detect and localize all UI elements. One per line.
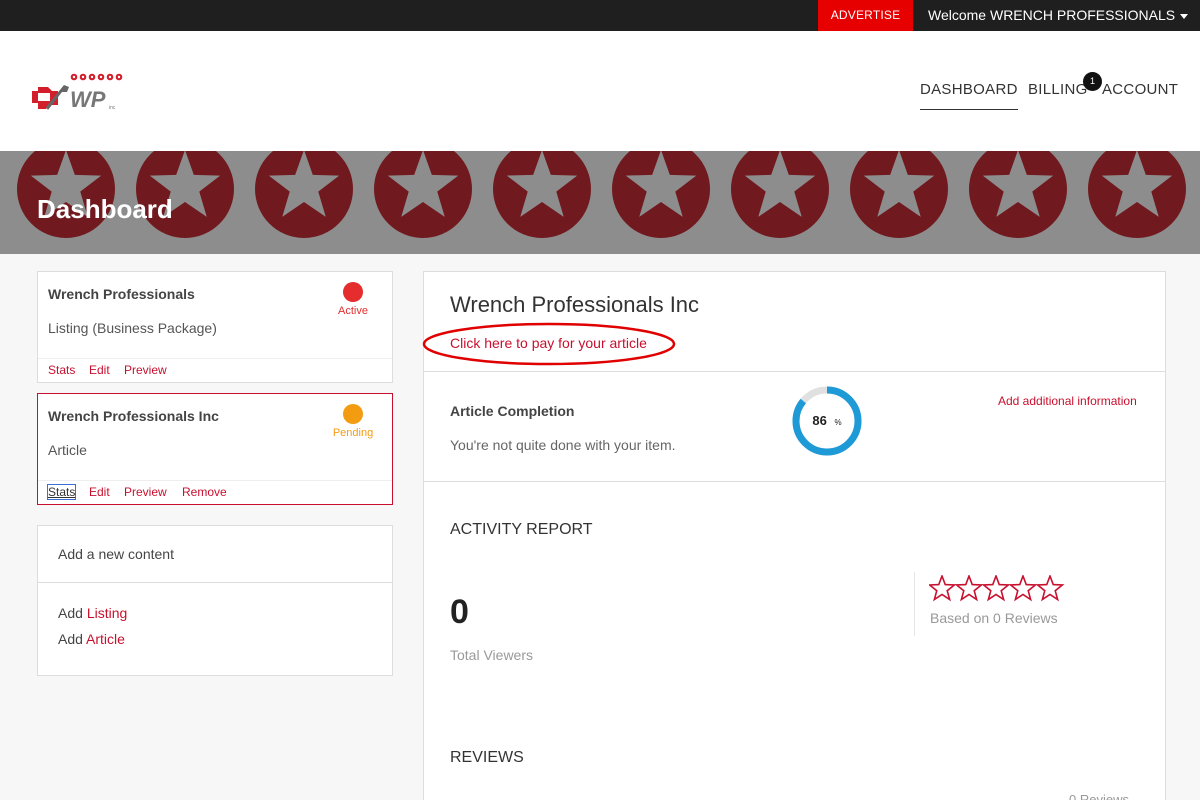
add-listing-row: Add Listing [58, 605, 127, 621]
listing-card: Wrench Professionals Listing (Business P… [37, 271, 393, 383]
rating-star-icon [981, 575, 1011, 602]
article-card: Wrench Professionals Inc Article Pending… [37, 393, 393, 505]
nav-billing[interactable]: BILLING [1028, 81, 1088, 98]
add-info-link[interactable]: Add additional information [998, 394, 1137, 408]
listing-title: Wrench Professionals [48, 286, 195, 302]
main-title: Wrench Professionals Inc [450, 292, 700, 317]
add-listing-link[interactable]: Listing [87, 605, 127, 621]
completion-subtext: You're not quite done with your item. [450, 437, 676, 453]
main-panel: Wrench Professionals Inc Click here to p… [422, 271, 1166, 800]
divider [914, 572, 915, 636]
add-prefix: Add [58, 631, 83, 647]
divider [424, 371, 1165, 372]
percent-value: 86 [812, 413, 827, 428]
advertise-button[interactable]: ADVERTISE [818, 0, 913, 31]
completion-percent: 86 % [790, 413, 864, 428]
divider [38, 358, 392, 359]
caret-down-icon [1180, 13, 1189, 19]
total-viewers-value: 0 [450, 593, 469, 631]
stats-link[interactable]: Stats [48, 363, 75, 377]
rating-star-icon [1008, 575, 1038, 602]
nav-account[interactable]: ACCOUNT [1102, 81, 1178, 98]
status-pending-icon [343, 404, 363, 424]
stats-link[interactable]: Stats [46, 484, 77, 500]
welcome-label: Welcome WRENCH PROFESSIONALS [928, 7, 1176, 23]
status-active-icon [343, 282, 363, 302]
wp-logo[interactable]: WP inc [30, 71, 125, 115]
page-title: Dashboard [37, 194, 173, 224]
article-title: Wrench Professionals Inc [48, 408, 219, 424]
divider [424, 481, 1165, 482]
status-badge: Pending [332, 427, 374, 439]
user-menu[interactable]: Welcome WRENCH PROFESSIONALS [928, 0, 1189, 31]
dashboard-banner [0, 151, 1200, 254]
article-type: Article [48, 442, 87, 458]
add-article-row: Add Article [58, 631, 125, 647]
reviews-header: REVIEWS [450, 749, 524, 766]
total-viewers-label: Total Viewers [450, 647, 534, 663]
billing-badge: 1 [1083, 72, 1102, 91]
preview-link[interactable]: Preview [124, 485, 167, 499]
activity-header: ACTIVITY REPORT [450, 521, 593, 538]
banner-star-pattern [0, 151, 1200, 254]
svg-text:WP: WP [70, 87, 106, 112]
rating-stars [929, 575, 1065, 602]
top-bar: ADVERTISE Welcome WRENCH PROFESSIONALS [0, 0, 1200, 31]
pay-article-link[interactable]: Click here to pay for your article [450, 335, 647, 351]
listing-type: Listing (Business Package) [48, 320, 217, 336]
edit-link[interactable]: Edit [89, 363, 110, 377]
reviews-summary: Based on 0 Reviews [930, 610, 1058, 626]
rating-star-icon [929, 575, 957, 602]
status-badge: Active [338, 305, 368, 317]
svg-text:inc: inc [109, 105, 116, 111]
add-content-card: Add a new content Add Listing Add Articl… [37, 525, 393, 676]
percent-sign: % [834, 418, 842, 427]
nav-dashboard[interactable]: DASHBOARD [920, 81, 1018, 110]
add-content-header: Add a new content [58, 546, 174, 562]
header: WP inc DASHBOARD BILLING 1 ACCOUNT [0, 31, 1200, 151]
reviews-count: 0 Reviews [1069, 792, 1129, 800]
add-article-link[interactable]: Article [86, 631, 125, 647]
preview-link[interactable]: Preview [124, 363, 167, 377]
remove-link[interactable]: Remove [182, 485, 227, 499]
divider [38, 480, 392, 481]
completion-label: Article Completion [450, 403, 575, 419]
banner-overlay [0, 151, 1200, 254]
add-prefix: Add [58, 605, 83, 621]
rating-star-icon [1035, 575, 1065, 602]
divider [38, 582, 392, 583]
rating-star-icon [954, 575, 984, 602]
edit-link[interactable]: Edit [89, 485, 110, 499]
